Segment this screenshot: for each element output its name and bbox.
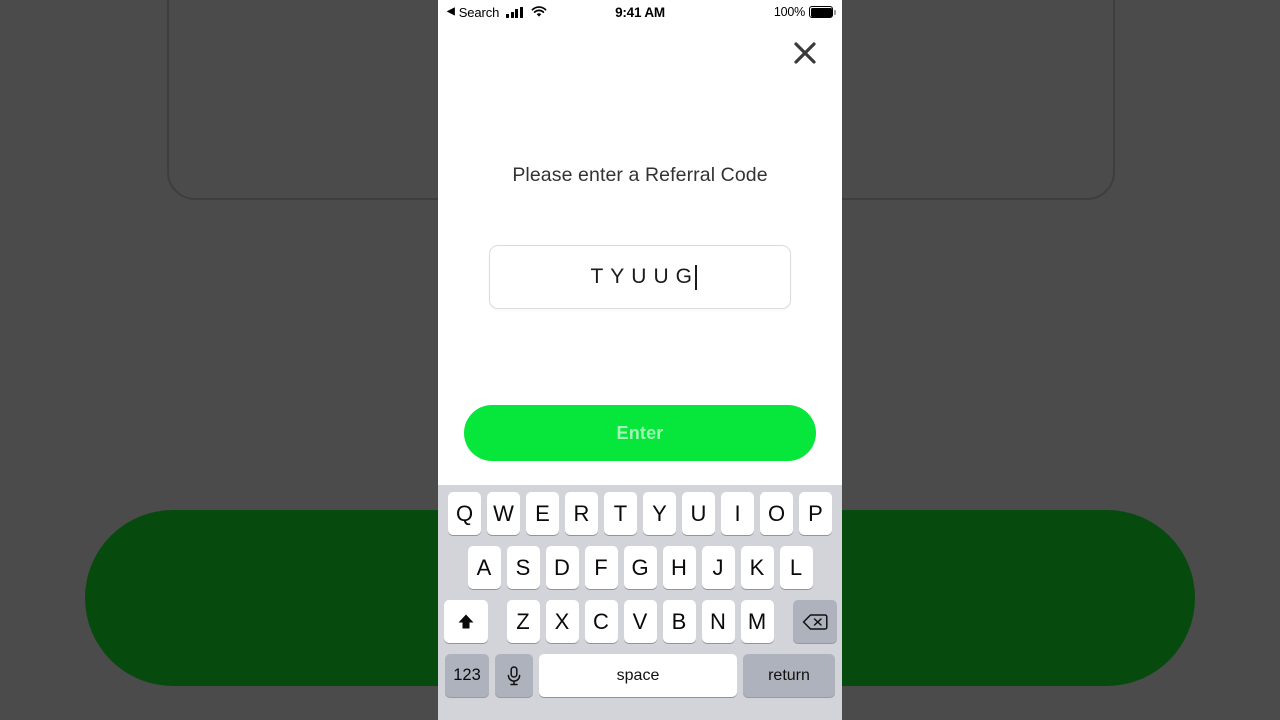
numbers-key[interactable]: 123 (445, 654, 489, 697)
phone-screen: ◀ Search 9:41 AM 100% Please enter a Ref… (438, 0, 842, 720)
key-m[interactable]: M (740, 600, 774, 643)
keyboard-row-4: 123 space return (438, 654, 842, 697)
keyboard-row-2: A S D F G H J K L (438, 546, 842, 589)
on-screen-keyboard: Q W E R T Y U I O P A S D F G H J K L Z … (438, 485, 842, 720)
key-z[interactable]: Z (506, 600, 540, 643)
key-v[interactable]: V (623, 600, 657, 643)
key-h[interactable]: H (662, 546, 696, 589)
key-p[interactable]: P (799, 492, 832, 535)
key-l[interactable]: L (779, 546, 813, 589)
modal-header (438, 24, 842, 82)
key-u[interactable]: U (682, 492, 715, 535)
key-y[interactable]: Y (643, 492, 676, 535)
key-n[interactable]: N (701, 600, 735, 643)
keyboard-row-3: Z X C V B N M (438, 600, 842, 643)
backspace-key[interactable] (792, 600, 837, 643)
key-t[interactable]: T (604, 492, 637, 535)
key-s[interactable]: S (506, 546, 540, 589)
key-g[interactable]: G (623, 546, 657, 589)
key-x[interactable]: X (545, 600, 579, 643)
key-d[interactable]: D (545, 546, 579, 589)
key-k[interactable]: K (740, 546, 774, 589)
key-a[interactable]: A (467, 546, 501, 589)
microphone-key[interactable] (495, 654, 533, 697)
shift-key[interactable] (443, 600, 488, 643)
key-e[interactable]: E (526, 492, 559, 535)
referral-code-value: TYUUG (590, 265, 699, 288)
space-key[interactable]: space (539, 654, 737, 697)
keyboard-row-1: Q W E R T Y U I O P (438, 492, 842, 535)
key-i[interactable]: I (721, 492, 754, 535)
key-q[interactable]: Q (448, 492, 481, 535)
close-icon (794, 42, 816, 64)
key-w[interactable]: W (487, 492, 520, 535)
key-o[interactable]: O (760, 492, 793, 535)
close-button[interactable] (788, 36, 822, 70)
shift-arrow-up-icon (458, 614, 473, 628)
return-key[interactable]: return (743, 654, 835, 697)
key-j[interactable]: J (701, 546, 735, 589)
key-c[interactable]: C (584, 600, 618, 643)
enter-button-label: Enter (616, 422, 664, 443)
key-r[interactable]: R (565, 492, 598, 535)
key-b[interactable]: B (662, 600, 696, 643)
backspace-delete-icon (802, 613, 828, 630)
screen-root: ◀ Search 9:41 AM 100% Please enter a Ref… (0, 0, 1280, 720)
referral-code-input[interactable]: TYUUG (489, 245, 791, 309)
microphone-icon (507, 665, 521, 685)
status-bar: ◀ Search 9:41 AM 100% (438, 0, 842, 24)
battery-full-icon (809, 6, 836, 18)
page-title: Please enter a Referral Code (512, 164, 768, 186)
enter-button[interactable]: Enter (464, 405, 816, 461)
status-bar-clock: 9:41 AM (615, 4, 665, 20)
key-f[interactable]: F (584, 546, 618, 589)
